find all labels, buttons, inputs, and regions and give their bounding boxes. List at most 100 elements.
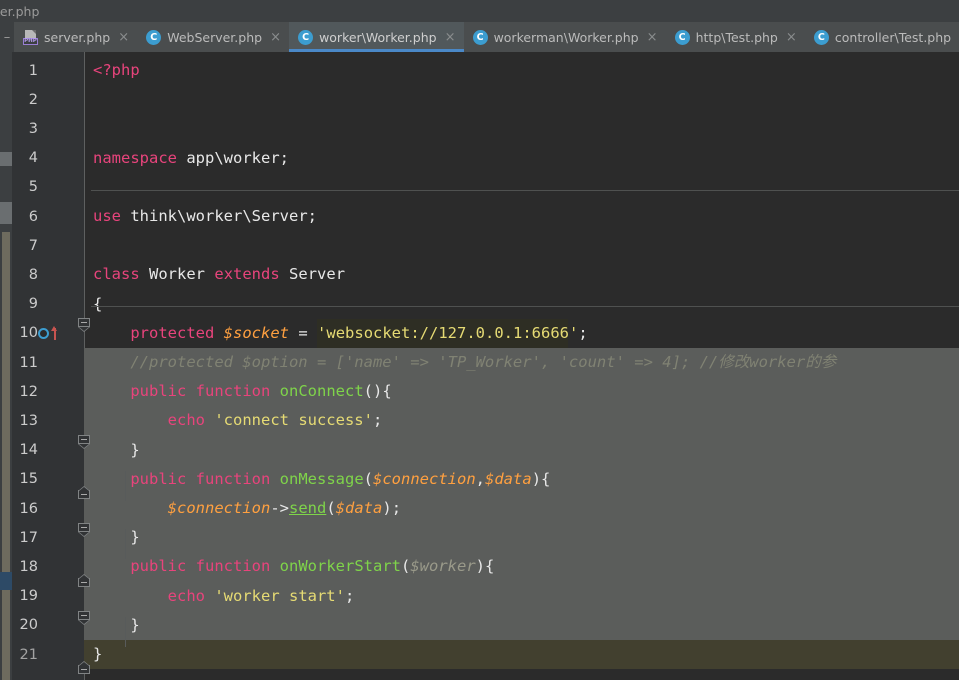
code-line[interactable]: } [91,611,959,640]
php-badge-label: PHP [23,37,38,45]
line-number: 14 [19,442,38,459]
code-line[interactable]: use think\worker\Server; [91,202,959,231]
fold-marker-end[interactable] [78,486,91,503]
code-editor[interactable]: 1 2 3 4 5 6 7 8 9 10 11 12 13 14 15 16 17 18 19 20 21 <?php n… [0,52,959,680]
fold-marker-class[interactable] [78,318,91,332]
code-line[interactable]: public function onMessage($connection,$d… [91,465,959,494]
tab-close-icon[interactable]: × [445,31,456,44]
tab-close-icon[interactable]: × [647,31,658,44]
code-line[interactable]: } [91,523,959,552]
gutter-marker-group[interactable] [38,326,59,341]
line-number: 20 [19,617,38,634]
gutter-row[interactable]: 5 [0,173,72,202]
line-number: 7 [28,237,38,254]
code-line-text: { [93,294,103,313]
tab-label: workerman\Worker.php [493,29,639,45]
code-line[interactable] [91,231,959,260]
gutter-row[interactable]: 2 [0,85,72,114]
gutter-row[interactable]: 12 [0,377,72,406]
code-line[interactable] [91,114,959,143]
code-line[interactable]: class Worker extends Server [91,260,959,289]
editor-tab-webserver-php[interactable]: C WebServer.php × [137,22,290,52]
code-line[interactable] [91,173,959,202]
gutter-row[interactable]: 13 [0,406,72,435]
code-line-text: //protected $option = ['name' => 'TP_Wor… [130,353,837,371]
line-number: 16 [19,500,38,517]
code-line-text: $connection->send($data); [167,499,402,517]
editor-tab-http-test-php[interactable]: C http\Test.php × [665,22,805,52]
gutter-row[interactable]: 21 [0,640,72,669]
php-class-icon: C [146,29,162,45]
gutter-row[interactable]: 15 [0,465,72,494]
line-number: 17 [19,529,38,546]
gutter-row[interactable]: 11 [0,348,72,377]
gutter-row[interactable]: 20 [0,611,72,640]
gutter-row[interactable]: 3 [0,114,72,143]
line-number: 12 [19,383,38,400]
code-line[interactable]: } [91,436,959,465]
code-line[interactable]: echo 'worker start'; [91,582,959,611]
php-file-icon: PHP [23,29,38,45]
gutter-row[interactable]: 17 [0,523,72,552]
fold-marker-method[interactable] [78,523,91,537]
fold-marker-end[interactable] [78,574,91,591]
tab-scroll-left-icon[interactable]: – [0,22,14,52]
gutter-row[interactable]: 19 [0,582,72,611]
editor-tab-worker-worker-php[interactable]: C worker\Worker.php × [289,22,464,52]
code-line[interactable]: $connection->send($data); [91,494,959,523]
editor-tab-bar[interactable]: – PHP server.php × C WebServer.php × C w… [0,22,959,52]
gutter-row[interactable]: 14 [0,436,72,465]
gutter-row[interactable]: 9 [0,290,72,319]
code-line[interactable]: namespace app\worker; [91,144,959,173]
ide-editor-window: rker.php – PHP server.php × C WebServer.… [0,0,959,680]
line-number: 1 [28,62,38,79]
code-line[interactable]: <?php [91,56,959,85]
code-line[interactable]: { [91,290,959,319]
line-number: 8 [28,266,38,283]
editor-tab-server-php[interactable]: PHP server.php × [14,22,138,52]
fold-marker-method[interactable] [78,611,91,625]
code-line[interactable]: //protected $option = ['name' => 'TP_Wor… [91,348,959,377]
code-text-area[interactable]: <?php namespace app\worker; use think\work… [91,52,959,680]
gutter-row[interactable]: 6 [0,202,72,231]
gutter-row[interactable]: 8 [0,260,72,289]
override-method-icon[interactable] [38,327,49,339]
breadcrumb[interactable]: rker.php [0,0,959,22]
code-line-text: } [130,615,140,634]
tab-label: controller\Test.php [834,29,952,45]
gutter-row[interactable]: 4 [0,144,72,173]
tab-close-icon[interactable]: × [270,31,281,44]
method-separator [91,190,959,191]
code-line-text: } [130,528,140,547]
php-class-icon: C [472,29,488,45]
code-line[interactable]: } [91,640,959,669]
gutter-row[interactable]: 16 [0,494,72,523]
gutter-row[interactable]: 7 [0,231,72,260]
gutter-row[interactable]: 10 [0,319,72,348]
editor-tab-controller-test-php[interactable]: C controller\Test.php × [804,22,959,52]
code-line[interactable] [91,85,959,114]
code-line-text: protected $socket = 'websocket://127.0.0… [130,323,588,342]
editor-tab-workerman-worker-php[interactable]: C workerman\Worker.php × [463,22,666,52]
code-line-text: <?php [93,61,140,79]
fold-marker-end[interactable] [78,661,91,678]
code-line-text: echo 'worker start'; [167,586,355,605]
tab-close-icon[interactable]: × [786,31,797,44]
gutter-row[interactable]: 1 [0,56,72,85]
method-separator [91,306,959,307]
code-line[interactable]: public function onConnect(){ [91,377,959,406]
tab-label: WebServer.php [167,29,263,45]
tab-close-icon[interactable]: × [118,31,129,44]
line-number: 11 [19,354,38,371]
line-number: 2 [28,91,38,108]
implementing-up-arrow-icon[interactable] [50,326,59,341]
code-line[interactable]: echo 'connect success'; [91,406,959,435]
php-class-icon: C [674,29,690,45]
gutter-row[interactable]: 18 [0,552,72,581]
fold-marker-method[interactable] [78,435,91,449]
code-line[interactable]: public function onWorkerStart($worker){ [91,552,959,581]
